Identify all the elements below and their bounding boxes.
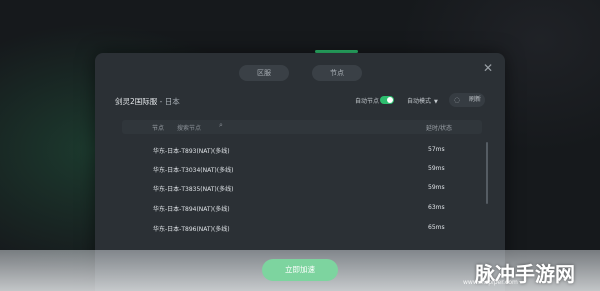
table-header: 节点 搜索节点 ⌕ 延时/状态 [122,120,482,134]
auto-node-label: 自动节点 [355,98,380,105]
mode-select[interactable]: 自动模式 ▼ [407,96,438,105]
accelerate-button[interactable]: 立即加速 [262,259,338,281]
node-latency: 57ms [428,146,445,153]
close-icon[interactable]: ✕ [481,61,495,75]
node-name: 华东-日本-T3835(NAT)(多线) [153,186,234,193]
refresh-label: 刷新 [468,96,481,103]
server-title: 剑灵2国际服 - 日本 [115,96,180,107]
node-name: 华东-日本-T896(NAT)(多线) [153,226,230,233]
chevron-down-icon: ▼ [434,99,438,105]
server-name: 剑灵2国际服 [115,97,158,106]
tab-region[interactable]: 区服 [239,65,289,81]
search-icon[interactable]: ⌕ [219,121,223,130]
server-region: - 日本 [157,97,180,106]
auto-node-toggle[interactable] [380,96,394,104]
refresh-icon: ◌ [454,96,461,104]
column-header-node: 节点 [152,125,165,132]
node-row[interactable]: 华东-日本-T3034(NAT)(多线) 59ms [153,165,473,177]
watermark-url: www.mcpiper.com [463,279,518,286]
node-latency: 59ms [428,184,445,191]
node-name: 华东-日本-T893(NAT)(多线) [153,148,230,155]
node-latency: 65ms [428,224,445,231]
scrollbar[interactable] [486,142,488,204]
node-latency: 63ms [428,204,445,211]
node-row[interactable]: 华东-日本-T896(NAT)(多线) 65ms [153,224,473,236]
node-latency: 59ms [428,165,445,172]
node-row[interactable]: 华东-日本-T894(NAT)(多线) 63ms [153,204,473,216]
node-name: 华东-日本-T894(NAT)(多线) [153,206,230,213]
node-name: 华东-日本-T3034(NAT)(多线) [153,167,234,174]
tab-node[interactable]: 节点 [312,65,362,81]
node-row[interactable]: 华东-日本-T3835(NAT)(多线) 59ms [153,184,473,196]
search-input[interactable]: 搜索节点 [177,123,201,132]
column-header-latency: 延时/状态 [426,125,453,132]
refresh-button[interactable]: ◌ 刷新 [449,93,485,107]
mode-select-label: 自动模式 [407,98,432,105]
node-row[interactable]: 华东-日本-T893(NAT)(多线) 57ms [153,146,473,158]
